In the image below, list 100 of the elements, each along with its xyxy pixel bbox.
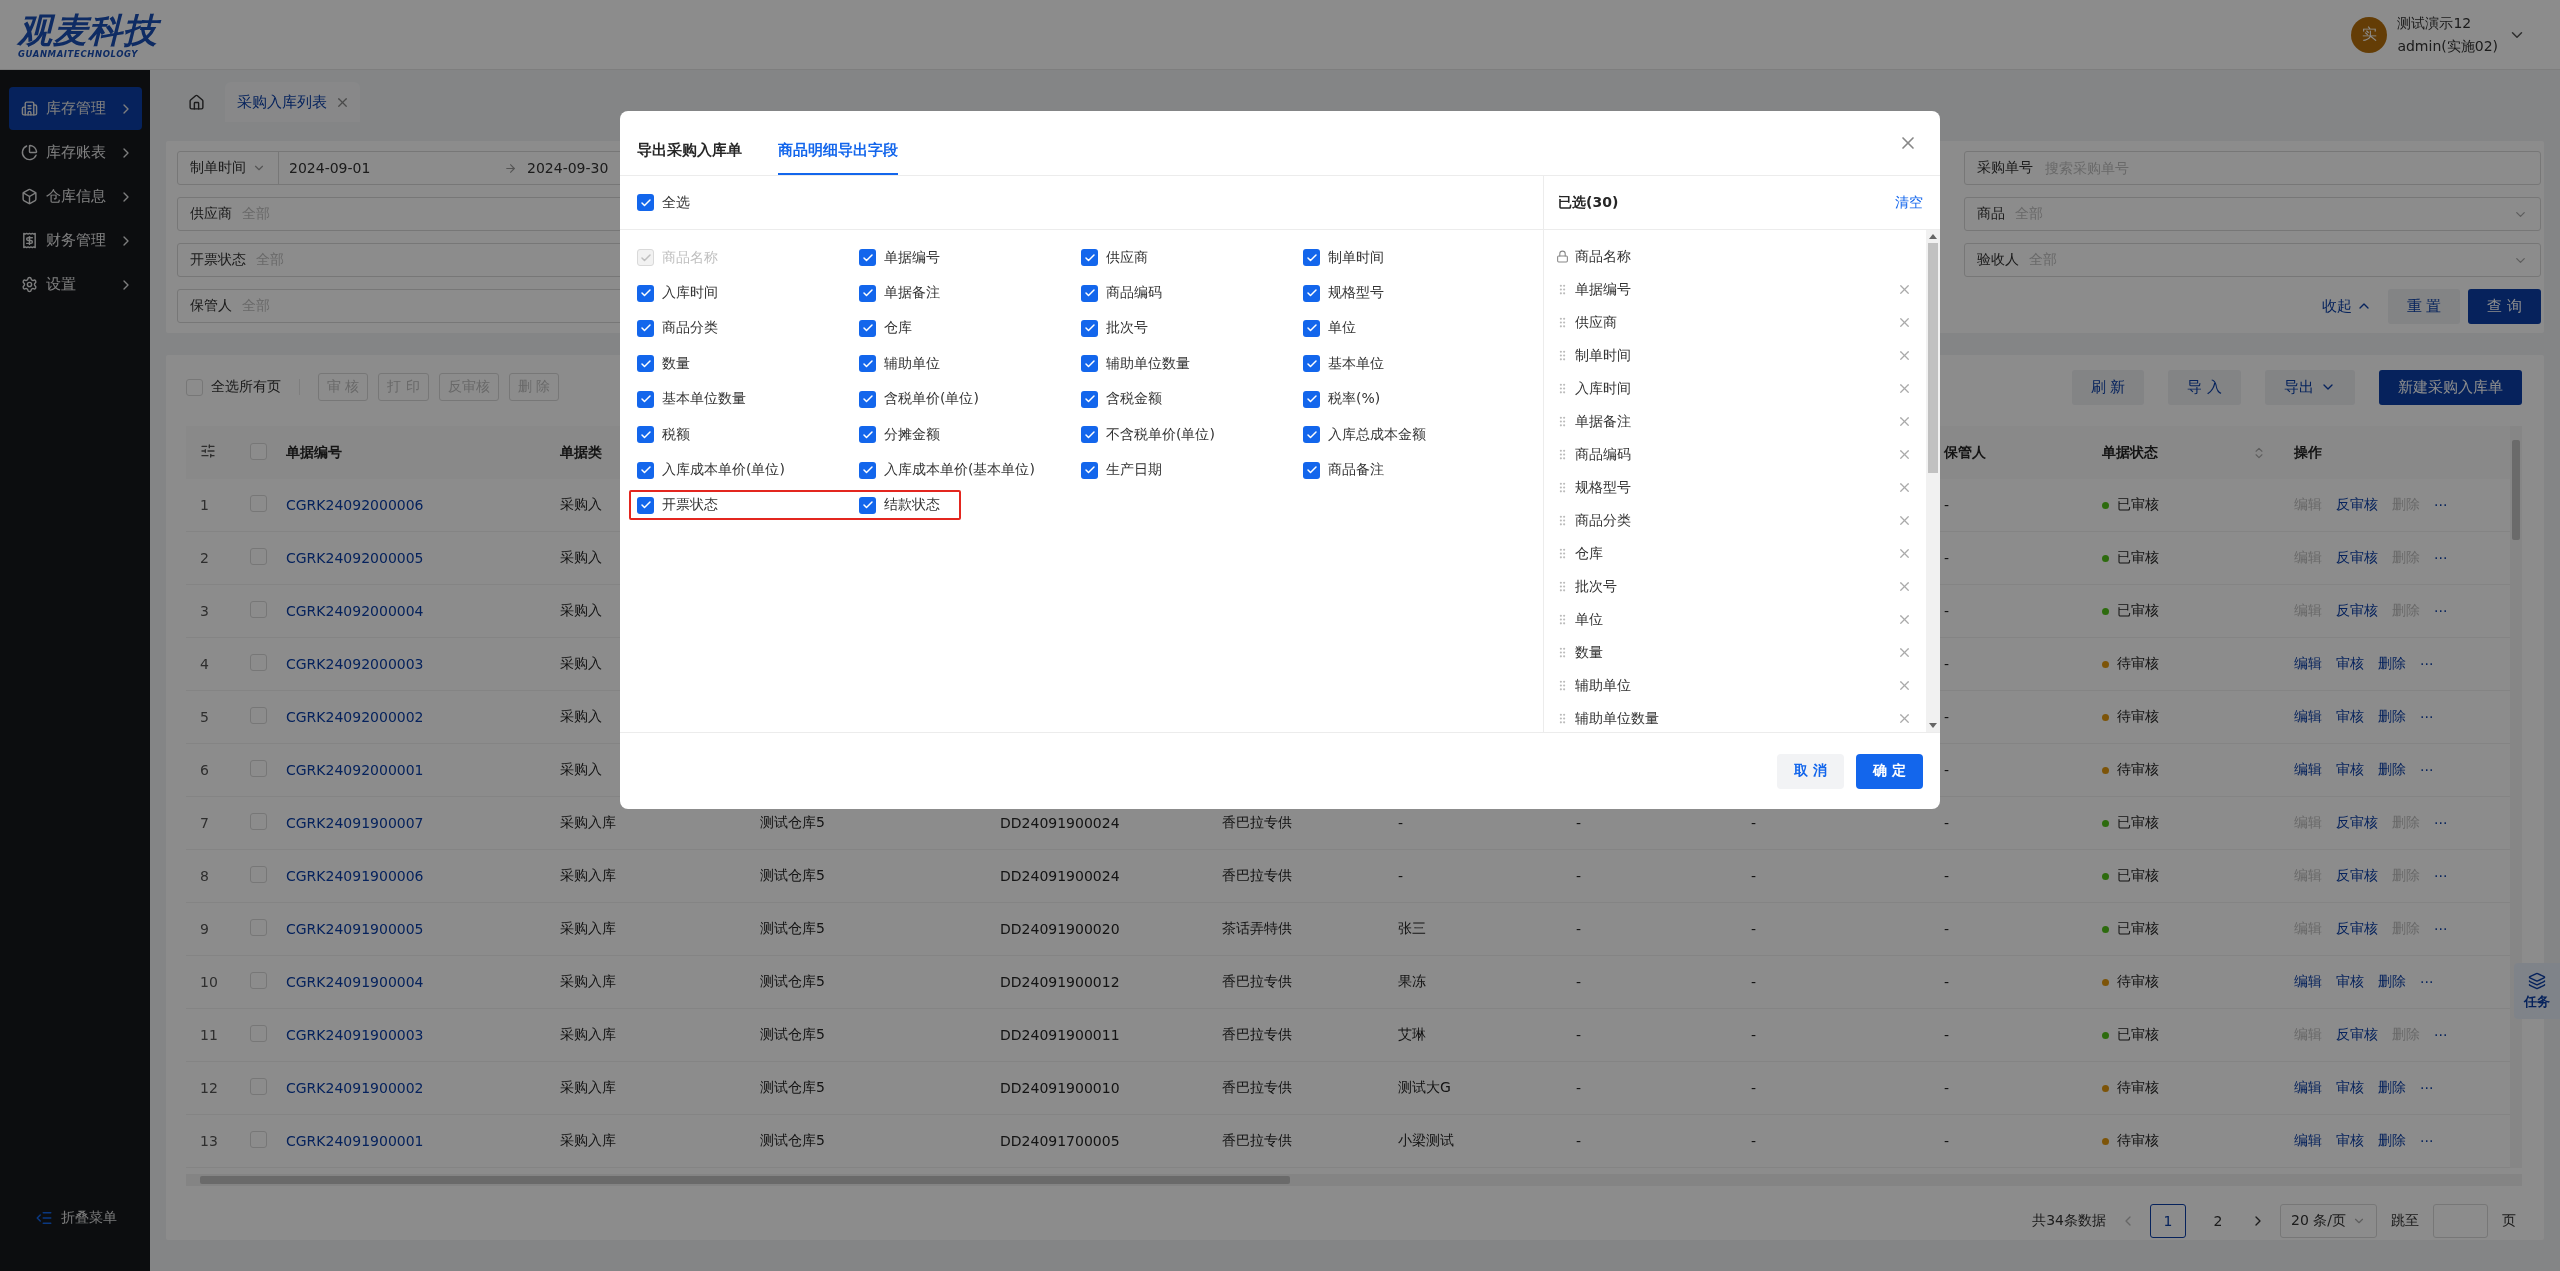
document-number-link[interactable]: CGRK24091900007 [286,815,424,831]
field-checkbox[interactable]: 入库成本单价(基本单位) [859,461,1081,480]
field-checkbox[interactable]: 含税单价(单位) [859,390,1081,409]
row-action-link[interactable]: 删除 [2378,1079,2406,1097]
document-number-link[interactable]: CGRK24091900005 [286,921,424,937]
checkbox[interactable] [637,426,654,444]
remove-icon[interactable] [1897,348,1912,363]
document-number-link[interactable]: CGRK24092000005 [286,550,424,566]
selected-field-item[interactable]: 单据备注 [1556,405,1926,438]
row-action-link[interactable]: 审核 [2336,761,2364,779]
more-link[interactable]: ··· [2434,815,2448,831]
selected-field-item[interactable]: 供应商 [1556,306,1926,339]
row-action-link[interactable]: 审核 [2336,973,2364,991]
more-link[interactable]: ··· [2434,550,2448,566]
remove-icon[interactable] [1897,414,1912,429]
checkbox[interactable] [1081,284,1098,302]
selected-field-item[interactable]: 批次号 [1556,570,1926,603]
checkbox[interactable] [1081,390,1098,408]
more-link[interactable]: ··· [2434,921,2448,937]
checkbox[interactable] [637,496,654,514]
remove-icon[interactable] [1897,513,1912,528]
field-checkbox[interactable]: 税额 [637,425,859,444]
remove-icon[interactable] [1897,282,1912,297]
document-number-link[interactable]: CGRK24092000001 [286,762,424,778]
more-link[interactable]: ··· [2434,1027,2448,1043]
field-checkbox[interactable]: 数量 [637,354,859,373]
field-checkbox[interactable]: 单据编号 [859,248,1081,267]
sidebar-item[interactable]: 仓库信息 [9,175,142,218]
page-button[interactable]: 1 [2150,1204,2186,1238]
sidebar-item[interactable]: 库存管理 [9,87,142,130]
row-action-link[interactable]: 删除 [2378,761,2406,779]
more-link[interactable]: ··· [2434,868,2448,884]
selected-field-item[interactable]: 数量 [1556,636,1926,669]
remove-icon[interactable] [1897,711,1912,726]
row-action-link[interactable]: 删除 [2378,708,2406,726]
checkbox[interactable] [637,355,654,373]
document-number-link[interactable]: CGRK24092000004 [286,603,424,619]
row-action-link[interactable]: 反审核 [2336,814,2378,832]
checkbox[interactable] [1303,390,1320,408]
more-link[interactable]: ··· [2420,656,2434,672]
checkbox[interactable] [637,284,654,302]
sidebar-item[interactable]: 库存账表 [9,131,142,174]
remove-icon[interactable] [1897,546,1912,561]
field-checkbox[interactable]: 含税金额 [1081,390,1303,409]
more-link[interactable]: ··· [2434,497,2448,513]
field-checkbox[interactable]: 生产日期 [1081,461,1303,480]
row-action-link[interactable]: 反审核 [2336,920,2378,938]
row-action-link[interactable]: 编辑 [2294,655,2322,673]
checkbox[interactable] [859,249,876,267]
field-checkbox[interactable]: 商品编码 [1081,284,1303,303]
checkbox[interactable] [637,461,654,479]
checkbox[interactable] [859,426,876,444]
collapse-menu-button[interactable]: 折叠菜单 [9,1209,142,1227]
row-action-link[interactable]: 反审核 [2336,602,2378,620]
field-checkbox[interactable]: 批次号 [1081,319,1303,338]
selected-field-item[interactable]: 辅助单位数量 [1556,702,1926,732]
selected-field-item[interactable]: 规格型号 [1556,471,1926,504]
row-action-link[interactable]: 编辑 [2294,761,2322,779]
field-checkbox[interactable]: 辅助单位数量 [1081,354,1303,373]
page-tab[interactable]: 采购入库列表 [225,82,360,122]
remove-icon[interactable] [1897,678,1912,693]
selected-field-item[interactable]: 单据编号 [1556,273,1926,306]
field-checkbox[interactable]: 基本单位 [1303,354,1525,373]
remove-icon[interactable] [1897,315,1912,330]
new-button[interactable]: 新建采购入库单 [2379,369,2522,405]
column-settings-icon[interactable] [200,443,216,459]
more-link[interactable]: ··· [2420,709,2434,725]
row-action-link[interactable]: 编辑 [2294,1132,2322,1150]
checkbox[interactable] [859,461,876,479]
field-checkbox[interactable]: 制单时间 [1303,248,1525,267]
confirm-button[interactable]: 确 定 [1856,753,1923,789]
checkbox[interactable] [1081,319,1098,337]
checkbox[interactable] [637,390,654,408]
field-checkbox[interactable]: 规格型号 [1303,284,1525,303]
home-icon[interactable] [188,93,205,111]
checkbox[interactable] [1081,355,1098,373]
checkbox[interactable] [1303,319,1320,337]
selected-field-item[interactable]: 商品分类 [1556,504,1926,537]
checkbox[interactable] [637,319,654,337]
selected-field-item[interactable]: 辅助单位 [1556,669,1926,702]
checkbox[interactable] [1303,284,1320,302]
selected-field-item[interactable]: 入库时间 [1556,372,1926,405]
remove-icon[interactable] [1897,381,1912,396]
checkbox[interactable] [1303,461,1320,479]
field-checkbox[interactable]: 入库成本单价(单位) [637,461,859,480]
remove-icon[interactable] [1897,645,1912,660]
remove-icon[interactable] [1897,579,1912,594]
checkbox[interactable] [1303,249,1320,267]
row-action-link[interactable]: 审核 [2336,1132,2364,1150]
field-checkbox[interactable]: 辅助单位 [859,354,1081,373]
query-button[interactable]: 查 询 [2468,288,2541,324]
row-action-link[interactable]: 反审核 [2336,1026,2378,1044]
row-action-link[interactable]: 删除 [2378,973,2406,991]
clear-link[interactable]: 清空 [1895,193,1923,212]
scrollbar[interactable] [2510,426,2522,1168]
checkbox[interactable] [1303,426,1320,444]
checkbox[interactable] [859,319,876,337]
collapse-link[interactable]: 收起 [2313,296,2380,316]
checkbox[interactable] [637,194,654,211]
document-number-link[interactable]: CGRK24091900001 [286,1133,424,1149]
